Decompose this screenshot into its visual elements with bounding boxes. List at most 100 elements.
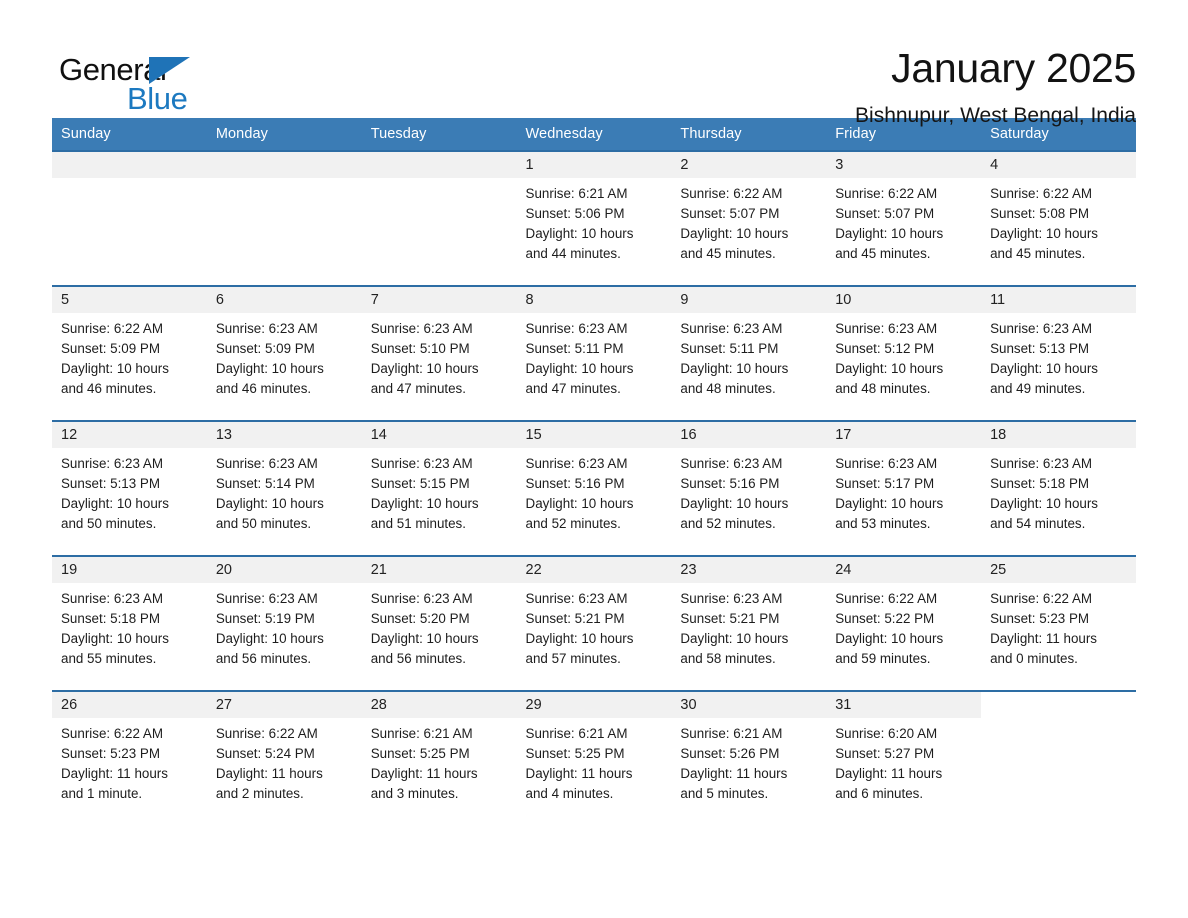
day-cell-25[interactable]: 25 Sunrise: 6:22 AM Sunset: 5:23 PM Dayligh… (981, 555, 1136, 691)
day-number: 6 (206, 287, 362, 313)
sunset-text: Sunset: 5:24 PM (215, 746, 315, 761)
day-number: 19 (52, 557, 207, 583)
daylight-text-cont: and 44 minutes. (525, 246, 621, 261)
sunrise-text: Sunrise: 6:22 AM (835, 186, 938, 201)
sunset-text: Sunset: 5:23 PM (990, 611, 1090, 626)
daylight-text-cont: and 45 minutes. (990, 246, 1086, 261)
day-cell-23[interactable]: 23 Sunrise: 6:23 AM Sunset: 5:21 PM Dayligh… (671, 555, 827, 691)
sunrise-text: Sunrise: 6:22 AM (990, 186, 1093, 201)
sunrise-text: Sunrise: 6:23 AM (215, 456, 318, 471)
day-cell-6[interactable]: 6 Sunrise: 6:23 AM Sunset: 5:09 PM Daylight… (206, 285, 362, 421)
sunrise-text: Sunrise: 6:23 AM (680, 321, 783, 336)
title-block: January 2025 Bishnupur, West Bengal, Ind… (855, 44, 1136, 128)
sunset-text: Sunset: 5:18 PM (990, 476, 1090, 491)
daylight-text: Daylight: 11 hours (835, 766, 943, 781)
day-number: 25 (981, 557, 1136, 583)
day-cell-30[interactable]: 30 Sunrise: 6:21 AM Sunset: 5:26 PM Dayligh… (671, 690, 827, 826)
day-cell-26[interactable]: 26 Sunrise: 6:22 AM Sunset: 5:23 PM Dayligh… (52, 690, 207, 826)
location-subtitle: Bishnupur, West Bengal, India (855, 104, 1136, 128)
day-cell-2[interactable]: 2 Sunrise: 6:22 AM Sunset: 5:07 PM Daylight… (671, 150, 827, 286)
day-cell-31[interactable]: 31 Sunrise: 6:20 AM Sunset: 5:27 PM Dayligh… (826, 690, 982, 826)
day-cell-18[interactable]: 18 Sunrise: 6:23 AM Sunset: 5:18 PM Dayligh… (981, 420, 1136, 556)
day-cell-9[interactable]: 9 Sunrise: 6:23 AM Sunset: 5:11 PM Daylight… (671, 285, 827, 421)
sunset-text: Sunset: 5:11 PM (680, 341, 779, 356)
day-cell-16[interactable]: 16 Sunrise: 6:23 AM Sunset: 5:16 PM Dayligh… (671, 420, 827, 556)
day-cell-4[interactable]: 4 Sunrise: 6:22 AM Sunset: 5:08 PM Daylight… (981, 150, 1136, 286)
day-cell-27[interactable]: 27 Sunrise: 6:22 AM Sunset: 5:24 PM Dayligh… (206, 690, 362, 826)
day-number: 16 (671, 422, 827, 448)
day-cell-20[interactable]: 20 Sunrise: 6:23 AM Sunset: 5:19 PM Dayligh… (206, 555, 362, 691)
sunset-text: Sunset: 5:16 PM (680, 476, 780, 491)
sunrise-text: Sunrise: 6:23 AM (370, 321, 473, 336)
sunset-text: Sunset: 5:08 PM (990, 206, 1090, 221)
day-number: 12 (52, 422, 207, 448)
daylight-text-cont: and 46 minutes. (61, 381, 157, 396)
daylight-text-cont: and 50 minutes. (215, 516, 312, 531)
day-cell-13[interactable]: 13 Sunrise: 6:23 AM Sunset: 5:14 PM Dayligh… (206, 420, 362, 556)
day-details: Sunrise: 6:22 AM Sunset: 5:23 PM Daylight:… (52, 718, 207, 804)
day-number: 21 (361, 557, 517, 583)
day-number: 20 (206, 557, 362, 583)
daylight-text: Daylight: 10 hours (990, 361, 1098, 376)
day-cell-14[interactable]: 14 Sunrise: 6:23 AM Sunset: 5:15 PM Dayligh… (361, 420, 517, 556)
daylight-text-cont: and 57 minutes. (525, 651, 621, 666)
sunset-text: Sunset: 5:25 PM (525, 746, 625, 761)
sunset-text: Sunset: 5:13 PM (990, 341, 1090, 356)
sunrise-text: Sunrise: 6:23 AM (525, 456, 628, 471)
day-cell-29[interactable]: 29 Sunrise: 6:21 AM Sunset: 5:25 PM Dayligh… (516, 690, 672, 826)
day-cell-7[interactable]: 7 Sunrise: 6:23 AM Sunset: 5:10 PM Daylight… (361, 285, 517, 421)
day-cell-10[interactable]: 10 Sunrise: 6:23 AM Sunset: 5:12 PM Dayligh… (826, 285, 982, 421)
sunset-text: Sunset: 5:25 PM (370, 746, 470, 761)
daylight-text: Daylight: 10 hours (525, 361, 634, 376)
sunset-text: Sunset: 5:19 PM (215, 611, 315, 626)
day-cell-15[interactable]: 15 Sunrise: 6:23 AM Sunset: 5:16 PM Dayligh… (516, 420, 672, 556)
day-cell-12[interactable]: 12 Sunrise: 6:23 AM Sunset: 5:13 PM Dayligh… (52, 420, 207, 556)
day-cell-21[interactable]: 21 Sunrise: 6:23 AM Sunset: 5:20 PM Dayligh… (361, 555, 517, 691)
weekday-header-thursday: Thursday (671, 118, 827, 151)
calendar-week-row: 12 Sunrise: 6:23 AM Sunset: 5:13 PM Dayligh… (52, 420, 1136, 556)
weekday-header-wednesday: Wednesday (516, 118, 672, 151)
day-cell-22[interactable]: 22 Sunrise: 6:23 AM Sunset: 5:21 PM Dayligh… (516, 555, 672, 691)
triangle-icon (149, 57, 190, 84)
day-cell-1[interactable]: 1 Sunrise: 6:21 AM Sunset: 5:06 PM Daylight… (516, 150, 672, 286)
day-details: Sunrise: 6:22 AM Sunset: 5:22 PM Daylight:… (826, 583, 981, 669)
daylight-text: Daylight: 11 hours (680, 766, 788, 781)
daylight-text-cont: and 56 minutes. (370, 651, 466, 666)
daylight-text-cont: and 47 minutes. (525, 381, 621, 396)
sunrise-text: Sunrise: 6:22 AM (61, 321, 163, 336)
day-cell-3[interactable]: 3 Sunrise: 6:22 AM Sunset: 5:07 PM Daylight… (826, 150, 982, 286)
day-number: 23 (671, 557, 827, 583)
sunrise-text: Sunrise: 6:23 AM (680, 591, 783, 606)
day-cell-5[interactable]: 5 Sunrise: 6:22 AM Sunset: 5:09 PM Daylight… (52, 285, 207, 421)
daylight-text-cont: and 45 minutes. (680, 246, 776, 261)
day-details (362, 178, 517, 184)
day-number (206, 152, 362, 178)
daylight-text: Daylight: 10 hours (370, 361, 479, 376)
daylight-text-cont: and 1 minute. (61, 786, 143, 801)
generalblue-logo[interactable]: General Blue (52, 44, 202, 114)
day-cell-11[interactable]: 11 Sunrise: 6:23 AM Sunset: 5:13 PM Dayligh… (981, 285, 1136, 421)
day-number: 14 (361, 422, 517, 448)
day-details: Sunrise: 6:20 AM Sunset: 5:27 PM Daylight:… (826, 718, 981, 804)
day-cell-24[interactable]: 24 Sunrise: 6:22 AM Sunset: 5:22 PM Dayligh… (826, 555, 982, 691)
sunset-text: Sunset: 5:15 PM (370, 476, 470, 491)
daylight-text: Daylight: 10 hours (835, 361, 944, 376)
daylight-text-cont: and 52 minutes. (525, 516, 621, 531)
day-details: Sunrise: 6:23 AM Sunset: 5:18 PM Daylight:… (52, 583, 207, 669)
day-cell-28[interactable]: 28 Sunrise: 6:21 AM Sunset: 5:25 PM Dayligh… (361, 690, 517, 826)
day-number: 10 (826, 287, 982, 313)
day-cell-19[interactable]: 19 Sunrise: 6:23 AM Sunset: 5:18 PM Dayligh… (52, 555, 207, 691)
daylight-text: Daylight: 11 hours (215, 766, 323, 781)
day-cell-17[interactable]: 17 Sunrise: 6:23 AM Sunset: 5:17 PM Dayligh… (826, 420, 982, 556)
daylight-text: Daylight: 10 hours (680, 631, 789, 646)
daylight-text-cont: and 55 minutes. (61, 651, 157, 666)
sunrise-text: Sunrise: 6:23 AM (61, 456, 163, 471)
day-details (981, 718, 1136, 724)
daylight-text: Daylight: 11 hours (61, 766, 168, 781)
daylight-text: Daylight: 10 hours (61, 631, 169, 646)
day-number: 28 (361, 692, 517, 718)
daylight-text-cont: and 5 minutes. (680, 786, 769, 801)
weekday-header-monday: Monday (206, 118, 362, 151)
day-cell-8[interactable]: 8 Sunrise: 6:23 AM Sunset: 5:11 PM Daylight… (516, 285, 672, 421)
day-number (52, 152, 207, 178)
